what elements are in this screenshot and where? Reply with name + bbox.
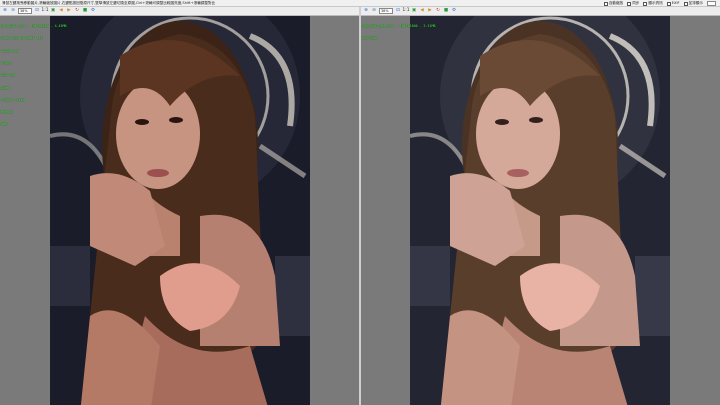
save-icon[interactable]: ■ bbox=[82, 8, 88, 14]
info-line: 85mm bbox=[1, 85, 9, 90]
usage-hint: 滑鼠左鍵拖曳移動圖片,滾輪縮放圖片,右鍵點按回復原尺寸,雙擊滑鼠左鍵切換至原圖,… bbox=[2, 1, 216, 5]
settings-icon[interactable]: ⚙ bbox=[451, 8, 457, 14]
fit-window-icon[interactable]: ⊡ bbox=[34, 8, 40, 14]
actual-size-icon[interactable]: 1:1 bbox=[41, 8, 48, 14]
info-line: Canon EOS 5D Mark III bbox=[1, 36, 43, 41]
info-line: IMG_9487.JPG - 1067x1600 - 4.45MB bbox=[1, 24, 67, 29]
left-toolbar: ⊕ ⊖ 38% ⊡ 1:1 ▣ ◀ ▶ ↻ ■ ⚙ bbox=[0, 7, 359, 16]
compare-window: 滑鼠左鍵拖曳移動圖片,滾輪縮放圖片,右鍵點按回復原尺寸,雙擊滑鼠左鍵切換至原圖,… bbox=[0, 0, 720, 405]
rotate-icon[interactable]: ↻ bbox=[74, 8, 80, 14]
save-icon[interactable]: ■ bbox=[443, 8, 449, 14]
open-folder-icon[interactable]: ▣ bbox=[50, 8, 56, 14]
checkbox-icon[interactable] bbox=[666, 1, 671, 6]
info-line: IMG_9487_HDR.JPG - 1067x1600 - 5.51MB bbox=[362, 24, 436, 29]
right-image-pane[interactable]: ⊕ ⊖ 38% ⊡ 1:1 ▣ ◀ ▶ ↻ ■ ⚙ IMG_9487_HDR.J… bbox=[361, 7, 720, 405]
next-icon[interactable]: ▶ bbox=[66, 8, 72, 14]
left-image-pane[interactable]: ⊕ ⊖ 38% ⊡ 1:1 ▣ ◀ ▶ ↻ ■ ⚙ IMG_9487.JPG -… bbox=[0, 7, 359, 405]
info-line: ExifTool bbox=[362, 36, 378, 41]
zoom-out-icon[interactable]: ⊖ bbox=[371, 8, 377, 14]
zoom-select[interactable]: 38% bbox=[379, 8, 393, 14]
top-info-bar: 滑鼠左鍵拖曳移動圖片,滾輪縮放圖片,右鍵點按回復原尺寸,雙擊滑鼠左鍵切換至原圖,… bbox=[0, 0, 720, 7]
left-photo[interactable] bbox=[50, 16, 310, 405]
compare-value-input[interactable] bbox=[707, 1, 716, 6]
right-image-info: IMG_9487_HDR.JPG - 1067x1600 - 5.51MB Ex… bbox=[362, 16, 435, 49]
side-by-side-option[interactable]: 並排顯示 bbox=[683, 0, 703, 6]
zoom-select[interactable]: 38% bbox=[18, 8, 32, 14]
portrait-processed-image bbox=[410, 16, 670, 405]
exif-option[interactable]: EXIF bbox=[666, 0, 680, 6]
option-checkboxes: 自動縮放 同步 顯示資訊 EXIF 並排顯示 bbox=[603, 0, 716, 6]
show-info-option[interactable]: 顯示資訊 bbox=[643, 0, 663, 6]
previous-icon[interactable]: ◀ bbox=[419, 8, 425, 14]
next-icon[interactable]: ▶ bbox=[427, 8, 433, 14]
info-line: ISO 100 bbox=[1, 73, 15, 78]
info-line: Manual bbox=[1, 110, 13, 115]
fit-window-icon[interactable]: ⊡ bbox=[395, 8, 401, 14]
zoom-in-icon[interactable]: ⊕ bbox=[2, 8, 8, 14]
open-folder-icon[interactable]: ▣ bbox=[411, 8, 417, 14]
checkbox-icon[interactable] bbox=[603, 1, 608, 6]
rotate-icon[interactable]: ↻ bbox=[435, 8, 441, 14]
settings-icon[interactable]: ⚙ bbox=[90, 8, 96, 14]
info-line: Flash: Fired bbox=[1, 97, 25, 102]
previous-icon[interactable]: ◀ bbox=[58, 8, 64, 14]
info-line: f/8.0 bbox=[1, 61, 11, 66]
sync-option[interactable]: 同步 bbox=[627, 0, 639, 6]
zoom-out-icon[interactable]: ⊖ bbox=[10, 8, 16, 14]
right-toolbar: ⊕ ⊖ 38% ⊡ 1:1 ▣ ◀ ▶ ↻ ■ ⚙ bbox=[361, 7, 720, 16]
info-line: AWB bbox=[1, 122, 7, 127]
left-image-info: IMG_9487.JPG - 1067x1600 - 4.45MB Canon … bbox=[1, 16, 67, 135]
portrait-original-image bbox=[50, 16, 310, 405]
checkbox-icon[interactable] bbox=[643, 1, 648, 6]
info-line: 1/125 sec bbox=[1, 48, 19, 53]
checkbox-icon[interactable] bbox=[627, 1, 632, 6]
zoom-in-icon[interactable]: ⊕ bbox=[363, 8, 369, 14]
checkbox-icon[interactable] bbox=[683, 1, 688, 6]
auto-zoom-option[interactable]: 自動縮放 bbox=[603, 0, 623, 6]
right-photo[interactable] bbox=[410, 16, 670, 405]
actual-size-icon[interactable]: 1:1 bbox=[402, 8, 409, 14]
